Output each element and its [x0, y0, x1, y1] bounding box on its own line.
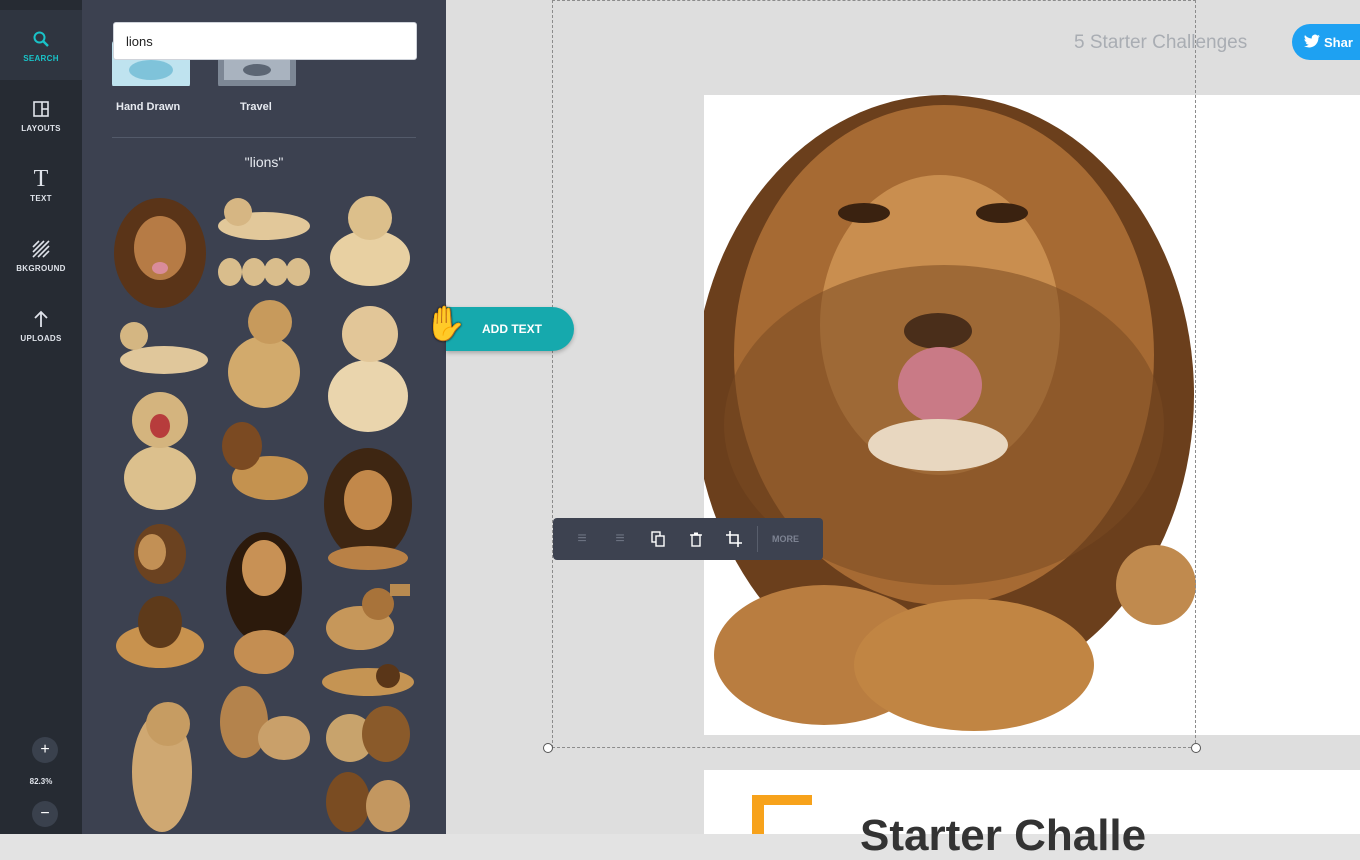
result-thumbnail[interactable]: [112, 682, 208, 834]
result-thumbnail[interactable]: [214, 292, 312, 410]
resize-handle[interactable]: [1191, 743, 1201, 753]
share-button[interactable]: Shar: [1292, 24, 1360, 60]
sidebar-rail: SEARCH LAYOUTS T TEXT BKGROUND UPLOADS +…: [0, 0, 82, 834]
result-thumbnail[interactable]: [214, 190, 312, 244]
search-icon: [30, 28, 52, 50]
sidebar-item-background[interactable]: BKGROUND: [0, 220, 82, 290]
zoom-in-button[interactable]: +: [32, 737, 58, 763]
sidebar-item-label: BKGROUND: [16, 263, 66, 273]
background-icon: [30, 238, 52, 260]
upload-icon: [30, 308, 52, 330]
crop-icon[interactable]: [715, 518, 753, 560]
result-thumbnail[interactable]: [320, 188, 416, 290]
orange-number-shape: [752, 795, 812, 834]
resize-handle[interactable]: [543, 743, 553, 753]
sidebar-item-label: SEARCH: [23, 53, 59, 63]
category-label-hand-drawn: Hand Drawn: [116, 101, 181, 113]
zoom-level: 82.3%: [29, 777, 53, 786]
result-thumbnail[interactable]: [320, 660, 416, 698]
toolbar-more-button[interactable]: MORE: [762, 534, 809, 544]
search-input[interactable]: [113, 22, 417, 60]
results-title: "lions": [244, 154, 284, 170]
sidebar-item-layouts[interactable]: LAYOUTS: [0, 80, 82, 150]
result-thumbnail[interactable]: [112, 522, 208, 586]
layouts-icon: [30, 98, 52, 120]
result-thumbnail[interactable]: [112, 386, 208, 512]
sidebar-item-label: TEXT: [30, 193, 52, 203]
trash-icon[interactable]: [677, 518, 715, 560]
result-thumbnail[interactable]: [320, 446, 416, 572]
hand-cursor-icon: ✋: [424, 305, 467, 343]
panel-divider: [112, 137, 416, 138]
result-thumbnail[interactable]: [112, 193, 208, 308]
toolbar-divider: [757, 526, 758, 552]
result-thumbnail[interactable]: [214, 416, 312, 516]
share-label: Shar: [1324, 34, 1353, 50]
zoom-out-button[interactable]: −: [32, 801, 58, 827]
result-thumbnail[interactable]: [214, 682, 312, 766]
copy-icon[interactable]: [639, 518, 677, 560]
move-forward-icon[interactable]: ≡: [563, 518, 601, 560]
next-page-heading: Starter Challe: [860, 811, 1147, 860]
text-icon: T: [33, 165, 49, 192]
result-thumbnail[interactable]: [320, 580, 416, 658]
search-panel: Hand Drawn Travel "lions": [82, 0, 446, 834]
move-backward-icon[interactable]: ≡: [601, 518, 639, 560]
element-toolbar: ≡ ≡ MORE: [553, 518, 823, 560]
sidebar-item-search[interactable]: SEARCH: [0, 10, 82, 80]
sidebar-item-text[interactable]: T TEXT: [0, 150, 82, 220]
category-label-travel: Travel: [240, 101, 272, 113]
result-thumbnail[interactable]: [320, 700, 416, 766]
result-thumbnail[interactable]: [112, 316, 208, 378]
sidebar-item-label: UPLOADS: [20, 333, 62, 343]
result-thumbnail[interactable]: [112, 592, 208, 674]
result-thumbnail[interactable]: [214, 248, 312, 288]
twitter-icon: [1304, 34, 1320, 51]
sidebar-item-uploads[interactable]: UPLOADS: [0, 290, 82, 360]
result-thumbnail[interactable]: [320, 770, 416, 834]
result-thumbnail[interactable]: [214, 528, 312, 676]
selection-box: [552, 0, 1196, 748]
sidebar-item-label: LAYOUTS: [21, 123, 61, 133]
result-thumbnail[interactable]: [320, 296, 416, 434]
